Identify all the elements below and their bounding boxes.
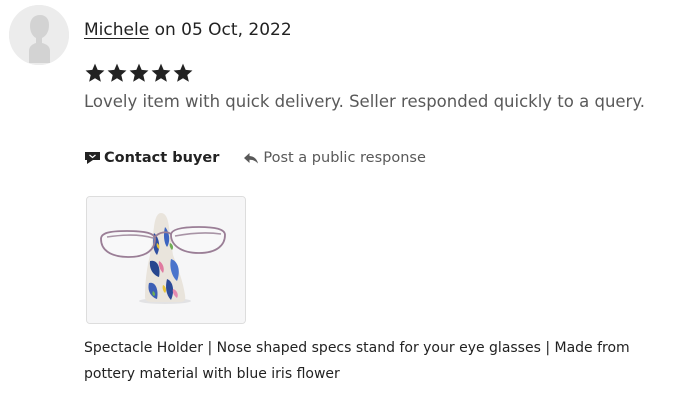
product-photo[interactable] [86,196,246,324]
review-date: on 05 Oct, 2022 [154,20,292,40]
contact-buyer-button[interactable]: Contact buyer [84,150,219,166]
star-icon [107,63,127,82]
default-user-avatar-icon [9,5,69,65]
message-flag-icon [84,151,101,165]
star-rating [84,62,194,86]
star-icon [173,63,193,82]
star-icon [129,63,149,82]
avatar[interactable] [9,5,69,65]
contact-buyer-label: Contact buyer [104,150,220,166]
product-title: Spectacle Holder | Nose shaped specs sta… [84,340,630,382]
review-actions: Contact buyer Post a public response [84,147,426,169]
reviewer-line: Michele on 05 Oct, 2022 [84,19,292,41]
reviewer-name-link[interactable]: Michele [84,20,149,40]
star-icon [85,63,105,82]
star-icon [151,63,171,82]
spectacle-holder-image [87,197,245,323]
reply-arrow-icon [243,152,259,165]
post-public-response-label: Post a public response [263,150,426,166]
post-public-response-button[interactable]: Post a public response [243,150,426,166]
review-text: Lovely item with quick delivery. Seller … [84,92,645,111]
